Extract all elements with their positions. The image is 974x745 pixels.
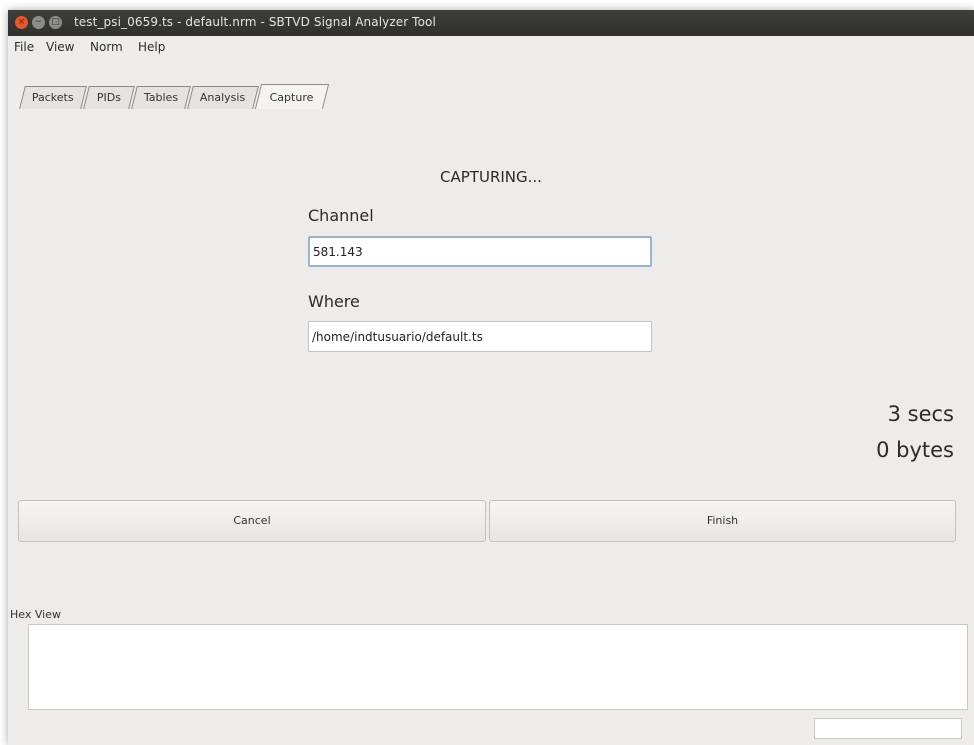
window-title: test_psi_0659.ts - default.nrm - SBTVD S… bbox=[74, 15, 436, 29]
captured-bytes: 0 bytes bbox=[876, 438, 954, 462]
menu-file[interactable]: File bbox=[14, 40, 34, 54]
channel-input[interactable]: 581.143 bbox=[308, 236, 652, 267]
maximize-window-icon[interactable]: □ bbox=[49, 16, 62, 29]
capture-status: CAPTURING... bbox=[440, 168, 542, 186]
app-window: × − □ test_psi_0659.ts - default.nrm - S… bbox=[8, 10, 974, 745]
menu-view[interactable]: View bbox=[46, 40, 74, 54]
menu-help[interactable]: Help bbox=[138, 40, 165, 54]
tab-label: PIDs bbox=[96, 91, 121, 104]
where-input[interactable]: /home/indtusuario/default.ts bbox=[308, 321, 652, 352]
minimize-window-icon[interactable]: − bbox=[32, 16, 45, 29]
elapsed-time: 3 secs bbox=[887, 402, 954, 426]
tab-label: Packets bbox=[32, 91, 74, 104]
status-field bbox=[814, 718, 962, 739]
tab-capture[interactable]: Capture bbox=[254, 84, 330, 109]
hex-view-label: Hex View bbox=[10, 608, 61, 621]
menu-norm[interactable]: Norm bbox=[90, 40, 123, 54]
tab-analysis[interactable]: Analysis bbox=[187, 86, 259, 109]
where-label: Where bbox=[308, 292, 360, 311]
close-window-icon[interactable]: × bbox=[15, 16, 28, 29]
hex-view-area[interactable] bbox=[28, 624, 968, 710]
menu-bar: File View Norm Help bbox=[8, 36, 974, 58]
tab-label: Analysis bbox=[200, 91, 246, 104]
tab-pids[interactable]: PIDs bbox=[83, 86, 135, 109]
tab-packets[interactable]: Packets bbox=[19, 86, 87, 109]
channel-label: Channel bbox=[308, 206, 374, 225]
title-bar: × − □ test_psi_0659.ts - default.nrm - S… bbox=[8, 10, 974, 36]
finish-button[interactable]: Finish bbox=[489, 500, 956, 542]
tab-label: Capture bbox=[269, 91, 314, 104]
tab-tables[interactable]: Tables bbox=[131, 86, 191, 109]
cancel-button[interactable]: Cancel bbox=[18, 500, 486, 542]
capture-panel: CAPTURING... Channel 581.143 Where /home… bbox=[8, 110, 974, 745]
tab-label: Tables bbox=[143, 91, 178, 104]
